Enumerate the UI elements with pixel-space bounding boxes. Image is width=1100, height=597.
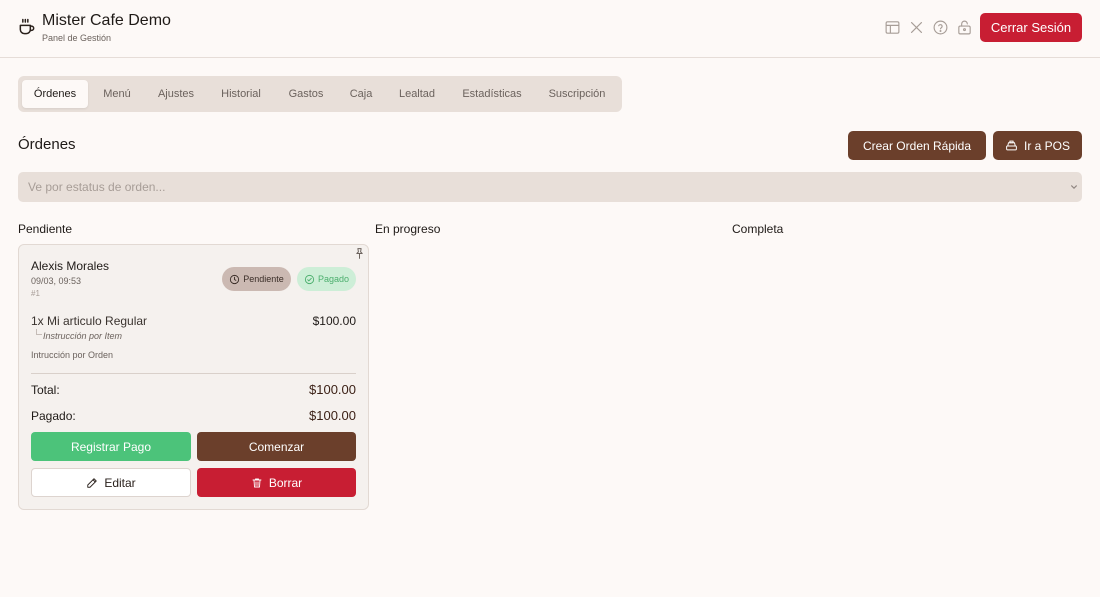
logout-button[interactable]: Cerrar Sesión [980, 13, 1082, 42]
order-datetime: 09/03, 09:53 [31, 276, 82, 286]
start-order-label: Comenzar [248, 439, 305, 454]
status-filter-select[interactable]: Ve por estatus de orden... [18, 172, 1082, 202]
column-title-pending: Pendiente [18, 222, 73, 236]
chevron-down-icon [1071, 185, 1077, 189]
status-filter-placeholder: Ve por estatus de orden... [28, 180, 166, 194]
paid-value: $100.00 [309, 408, 356, 423]
item-instruction-connector [36, 329, 42, 335]
register-payment-label: Registrar Pago [70, 439, 152, 454]
column-title-complete: Completa [732, 222, 784, 236]
go-to-pos-button[interactable]: Ir a POS [993, 131, 1082, 160]
order-instruction: Intrucción por Orden [31, 350, 114, 360]
trash-icon [252, 478, 262, 487]
tab-historial[interactable]: Historial [210, 80, 272, 108]
delete-order-button[interactable]: Borrar [197, 468, 356, 497]
total-value: $100.00 [309, 382, 356, 397]
check-circle-icon [304, 274, 315, 284]
tab-lealtad[interactable]: Lealtad [386, 80, 448, 108]
main-tabs: Órdenes Menú Ajustes Historial Gastos Ca… [18, 76, 622, 112]
status-badge: Pendiente [222, 267, 291, 291]
total-label: Total: [31, 383, 60, 397]
edit-order-label: Editar [104, 475, 136, 490]
item-name: 1x Mi articulo Regular [31, 314, 148, 328]
quick-order-button[interactable]: Crear Orden Rápida [848, 131, 986, 160]
card-divider [31, 373, 356, 374]
delete-order-label: Borrar [268, 475, 303, 490]
item-instruction: Instrucción por Item [43, 331, 123, 341]
status-badge-label: Pendiente [243, 274, 284, 284]
layout-icon[interactable] [884, 19, 901, 36]
register-payment-button[interactable]: Registrar Pago [31, 432, 191, 461]
close-icon[interactable] [908, 19, 925, 36]
tab-gastos[interactable]: Gastos [276, 80, 336, 108]
app-subtitle: Panel de Gestión [42, 33, 112, 43]
tab-suscripcion[interactable]: Suscripción [536, 80, 618, 108]
customer-name: Alexis Morales [31, 259, 110, 273]
edit-order-button[interactable]: Editar [31, 468, 191, 497]
page-title: Órdenes [18, 136, 76, 153]
tab-estadisticas[interactable]: Estadísticas [452, 80, 532, 108]
tab-ajustes[interactable]: Ajustes [146, 80, 206, 108]
go-to-pos-label: Ir a POS [1023, 138, 1070, 153]
pin-icon[interactable] [353, 247, 366, 260]
order-card: Alexis Morales 09/03, 09:53 #1 Pendiente… [18, 244, 369, 510]
tab-menu[interactable]: Menú [92, 80, 142, 108]
app-title: Mister Cafe Demo [42, 12, 171, 29]
start-order-button[interactable]: Comenzar [197, 432, 356, 461]
item-price: $100.00 [312, 314, 356, 328]
help-icon[interactable] [932, 19, 949, 36]
clock-icon [230, 274, 240, 284]
pencil-icon [87, 477, 98, 488]
payment-badge: Pagado [297, 267, 356, 291]
quick-order-label: Crear Orden Rápida [862, 138, 972, 153]
paid-label: Pagado: [31, 409, 76, 423]
tab-ordenes[interactable]: Órdenes [22, 80, 88, 108]
column-title-in-progress: En progreso [375, 222, 441, 236]
payment-badge-label: Pagado [317, 274, 350, 284]
lock-icon[interactable] [956, 19, 973, 36]
app-header: Mister Cafe Demo Panel de Gestión Cerrar… [0, 0, 1100, 58]
coffee-cup-icon [19, 18, 35, 35]
order-number: #1 [31, 289, 40, 298]
cash-register-icon [1006, 140, 1017, 151]
tab-caja[interactable]: Caja [340, 80, 382, 108]
